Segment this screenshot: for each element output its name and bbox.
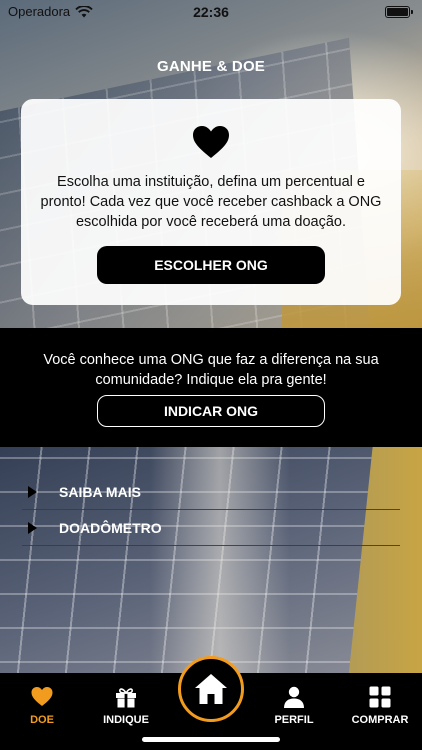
- home-indicator: [142, 737, 280, 742]
- referral-message: Você conhece uma ONG que faz a diferença…: [43, 352, 379, 388]
- referral-section: Você conhece uma ONG que faz a diferença…: [0, 328, 422, 447]
- disclosure-triangle-icon: [28, 521, 37, 534]
- tab-label: INDIQUE: [103, 714, 149, 726]
- heart-icon: [31, 687, 53, 706]
- page-title: GANHE & DOE: [156, 58, 266, 75]
- accordion-item-saiba-mais[interactable]: SAIBA MAIS: [22, 474, 400, 510]
- tab-label: DOE: [30, 714, 54, 726]
- choose-ngo-button[interactable]: ESCOLHER ONG: [97, 246, 325, 284]
- refer-ngo-button[interactable]: INDICAR ONG: [97, 395, 325, 427]
- accordion-label: SAIBA MAIS: [59, 483, 141, 500]
- gift-icon: [116, 688, 136, 708]
- card-description: Escolha uma instituição, defina um perce…: [40, 174, 382, 230]
- tab-label: PERFIL: [274, 714, 314, 726]
- home-icon: [195, 674, 227, 704]
- battery-icon: [385, 6, 413, 18]
- tab-label: COMPRAR: [351, 714, 409, 726]
- tab-comprar[interactable]: COMPRAR: [338, 673, 422, 750]
- disclosure-triangle-icon: [28, 485, 37, 498]
- accordion-item-doadometro[interactable]: DOADÔMETRO: [22, 510, 400, 546]
- person-icon: [284, 686, 304, 708]
- accordion-label: DOADÔMETRO: [59, 519, 162, 536]
- home-button[interactable]: [178, 656, 244, 722]
- tab-doe[interactable]: DOE: [0, 673, 84, 750]
- grid-icon: [369, 686, 391, 708]
- status-bar: Operadora 22:36: [0, 0, 422, 24]
- clock: 22:36: [193, 4, 229, 20]
- choose-ngo-card: Escolha uma instituição, defina um perce…: [21, 99, 401, 305]
- heart-icon: [193, 126, 229, 158]
